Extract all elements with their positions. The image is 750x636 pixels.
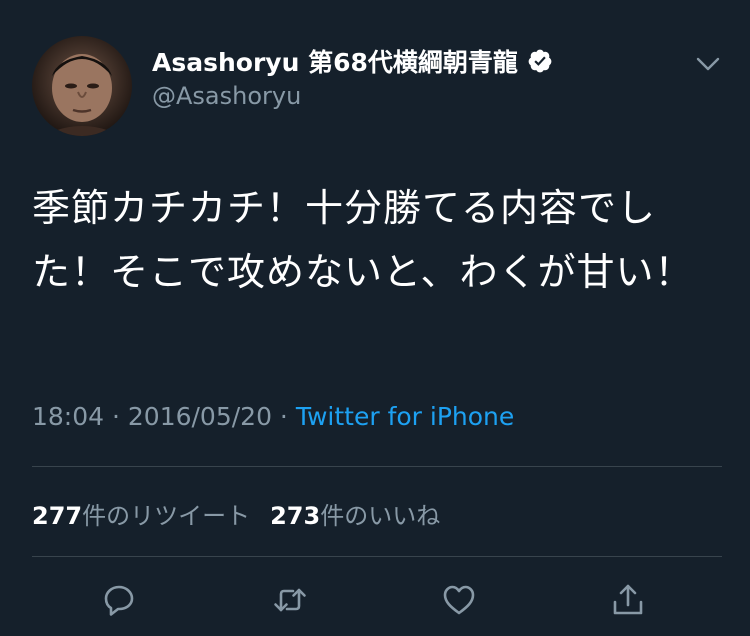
like-button[interactable] (441, 582, 477, 618)
display-name-row: Asashoryu 第68代横綱朝青龍 (152, 42, 553, 80)
chevron-down-icon[interactable] (695, 54, 721, 74)
user-handle[interactable]: @Asashoryu (152, 82, 301, 110)
reply-icon (104, 585, 134, 616)
like-icon (443, 585, 475, 615)
tweet-card: Asashoryu 第68代横綱朝青龍 @Asashoryu 季節カチカチ！十分… (0, 0, 750, 636)
meta-separator-2: · (271, 402, 296, 431)
divider-top (32, 466, 722, 467)
meta-separator: · (104, 402, 128, 431)
verified-badge-icon (527, 48, 553, 74)
share-icon (613, 584, 643, 615)
retweet-button[interactable] (272, 582, 308, 618)
display-name[interactable]: Asashoryu 第68代横綱朝青龍 (152, 43, 518, 79)
tweet-date[interactable]: 2016/05/20 (128, 402, 272, 431)
tweet-text: 季節カチカチ！十分勝てる内容でした！そこで攻めないと、わくが甘い！ (32, 186, 694, 294)
divider-bottom (32, 556, 722, 557)
retweets-label: 件のリツイート (82, 502, 251, 530)
reply-button[interactable] (101, 582, 137, 618)
avatar-image (42, 54, 122, 136)
retweets-stat[interactable]: 277件のリツイート (32, 502, 250, 530)
tweet-time[interactable]: 18:04 (32, 402, 104, 431)
likes-stat[interactable]: 273件のいいね (270, 502, 440, 530)
tweet-source-link[interactable]: Twitter for iPhone (296, 402, 514, 431)
tweet-meta: 18:04 · 2016/05/20 · Twitter for iPhone (32, 402, 514, 431)
likes-label: 件のいいね (320, 502, 441, 530)
engagement-stats: 277件のリツイート 273件のいいね (32, 496, 440, 531)
retweet-icon (274, 588, 306, 612)
share-button[interactable] (610, 582, 646, 618)
likes-count: 273 (270, 502, 321, 530)
retweets-count: 277 (32, 502, 83, 530)
avatar[interactable] (32, 36, 132, 136)
